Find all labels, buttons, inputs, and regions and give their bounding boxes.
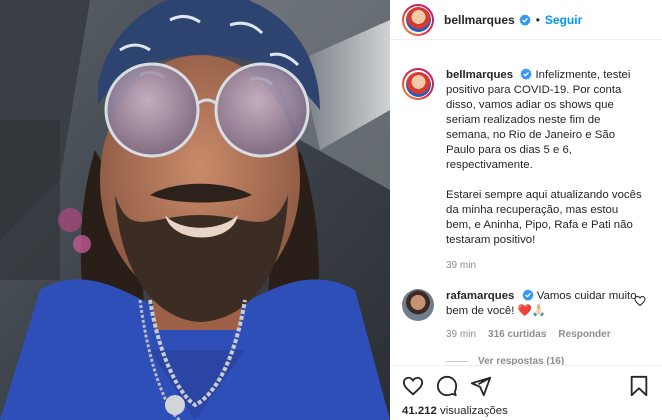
caption-timestamp[interactable]: 39 min (446, 258, 476, 273)
post-side-panel: bellmarques • Seguir bellmarques Infeliz… (390, 0, 662, 420)
follow-button[interactable]: Seguir (545, 13, 582, 27)
views-label: visualizações (440, 405, 508, 417)
verified-badge-icon (521, 289, 534, 301)
author-avatar[interactable] (402, 3, 434, 36)
comment-like-heart-icon[interactable] (634, 295, 646, 307)
reply-button[interactable]: Responder (558, 327, 610, 342)
comment-timestamp[interactable]: 39 min (446, 327, 476, 342)
views-number: 41.212 (402, 405, 437, 417)
caption-username[interactable]: bellmarques (446, 69, 513, 81)
video-frame (0, 0, 390, 420)
share-icon[interactable] (470, 375, 492, 397)
comment-icon[interactable] (436, 375, 458, 397)
views-count[interactable]: 41.212 visualizações (402, 405, 650, 417)
separator-dot: • (535, 12, 540, 27)
post-header: bellmarques • Seguir (390, 0, 662, 40)
commenter-username[interactable]: rafamarques (446, 290, 514, 302)
video-player[interactable] (0, 0, 390, 420)
commenter-avatar[interactable] (402, 289, 434, 321)
caption-author-avatar[interactable] (402, 68, 434, 100)
comments-section: bellmarques Infelizmente, testei positiv… (390, 50, 662, 365)
comment-likes-count[interactable]: 316 curtidas (488, 327, 546, 342)
verified-badge-icon (519, 13, 531, 26)
bookmark-icon[interactable] (628, 375, 650, 397)
action-bar: 41.212 visualizações (390, 365, 662, 420)
view-replies-button[interactable]: Ver respostas (16) (446, 356, 648, 365)
caption: bellmarques Infelizmente, testei positiv… (402, 68, 648, 273)
verified-badge-icon (520, 68, 532, 80)
comment-item: rafamarques Vamos cuidar muito bem de vo… (402, 289, 648, 342)
caption-text: Infelizmente, testei positivo para COVID… (446, 69, 642, 246)
heart-icon[interactable] (402, 375, 424, 397)
view-replies-label: Ver respostas (16) (478, 356, 565, 365)
replies-divider-line (446, 361, 468, 362)
author-username[interactable]: bellmarques (444, 13, 515, 27)
